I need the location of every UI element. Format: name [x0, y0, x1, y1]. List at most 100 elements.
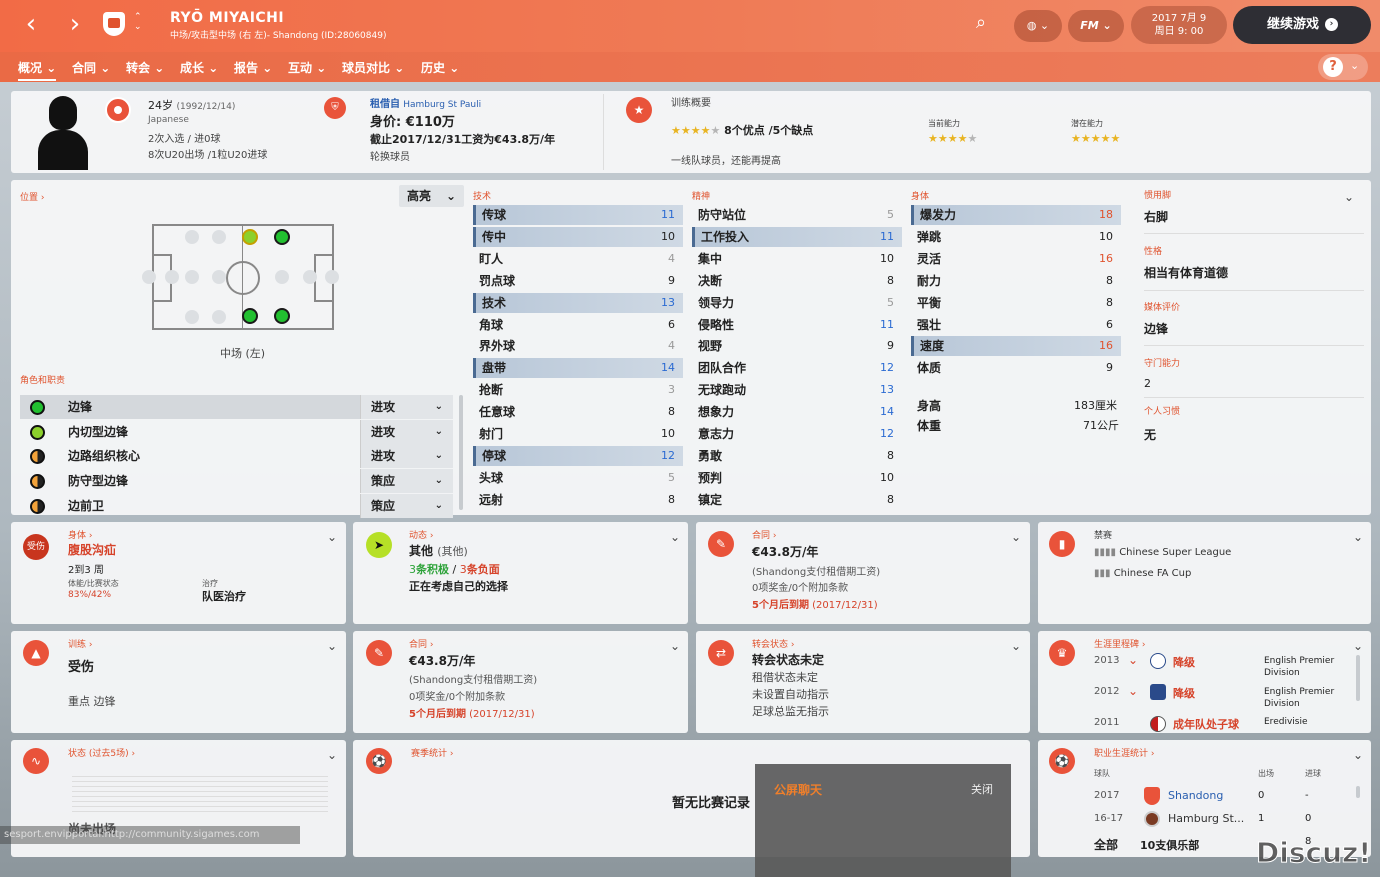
player-nationality: Japanese [148, 115, 189, 125]
attribute-row[interactable]: 远射 8 [473, 490, 683, 510]
chevron-down-icon[interactable]: ⌄ [1011, 530, 1021, 544]
search-icon[interactable]: ⌕ [976, 12, 986, 33]
role-row[interactable]: 边路组织核心 进攻 ⌄ [20, 444, 453, 468]
attribute-row[interactable]: 角球 6 [473, 315, 683, 335]
attribute-row[interactable]: 集中 10 [692, 249, 902, 269]
attribute-row[interactable]: 领导力 5 [692, 293, 902, 313]
tab-compare[interactable]: 球员对比 ⌄ [342, 59, 404, 76]
attribute-row[interactable]: 体质 9 [911, 358, 1121, 378]
help-button[interactable]: ? ⌄ [1318, 54, 1368, 80]
role-suitability-icon [30, 474, 45, 489]
chevron-down-icon[interactable]: ⌄ [1344, 190, 1354, 204]
attribute-row[interactable]: 盯人 4 [473, 249, 683, 269]
chevron-down-icon[interactable]: ⌄ [670, 639, 680, 653]
role-row[interactable]: 防守型边锋 策应 ⌄ [20, 469, 453, 493]
attribute-row[interactable]: 弹跳 10 [911, 227, 1121, 247]
chevron-down-icon[interactable]: ⌄ [327, 748, 337, 762]
tab-interaction[interactable]: 互动 ⌄ [288, 59, 326, 76]
card-header[interactable]: 状态 (过去5场) › [68, 746, 135, 759]
loan-from-club[interactable]: Hamburg St Pauli [403, 100, 481, 110]
tab-development[interactable]: 成长 ⌄ [180, 59, 218, 76]
career-scrollbar[interactable] [1356, 786, 1360, 798]
tab-reports[interactable]: 报告 ⌄ [234, 59, 272, 76]
attribute-row[interactable]: 界外球 4 [473, 336, 683, 356]
club-crest-icon [1150, 653, 1166, 669]
card-header[interactable]: 动态 › [409, 528, 433, 541]
attribute-row[interactable]: 强壮 6 [911, 315, 1121, 335]
duty-dropdown[interactable]: 策应 ⌄ [360, 469, 453, 493]
attribute-row[interactable]: 停球 12 [473, 445, 683, 466]
card-header[interactable]: 身体 › [68, 528, 92, 541]
attribute-row[interactable]: 技术 13 [473, 292, 683, 313]
card-header[interactable]: 生涯里程碑 › [1094, 637, 1145, 650]
attribute-row[interactable]: 镇定 8 [692, 490, 902, 510]
attribute-row[interactable]: 速度 16 [911, 336, 1121, 357]
attribute-row[interactable]: 抢断 3 [473, 380, 683, 400]
duty-dropdown[interactable]: 进攻 ⌄ [360, 395, 453, 419]
career-club[interactable]: Shandong [1168, 789, 1223, 802]
attribute-row[interactable]: 盘带 14 [473, 358, 683, 379]
card-header[interactable]: 训练 › [68, 637, 92, 650]
attribute-row[interactable]: 传中 10 [473, 226, 683, 247]
attribute-row[interactable]: 决断 8 [692, 271, 902, 291]
tab-contract[interactable]: 合同 ⌄ [72, 59, 110, 76]
continue-button[interactable]: 继续游戏 › [1233, 6, 1371, 44]
card-header[interactable]: 合同 › [409, 637, 433, 650]
chevron-down-icon[interactable]: ⌄ [670, 530, 680, 544]
attribute-row[interactable]: 侵略性 11 [692, 315, 902, 335]
roles-scrollbar[interactable] [459, 395, 463, 510]
milestone-event: 降级 [1173, 687, 1195, 700]
football-icon: ⚽ [1049, 748, 1075, 774]
attribute-row[interactable]: 预判 10 [692, 468, 902, 488]
attribute-row[interactable]: 罚点球 9 [473, 271, 683, 291]
chevron-down-icon[interactable]: ⌄ [1011, 639, 1021, 653]
attribute-row[interactable]: 无球跑动 13 [692, 380, 902, 400]
back-icon[interactable]: ‹ [16, 10, 46, 40]
duty-dropdown[interactable]: 进攻 ⌄ [360, 444, 453, 468]
attribute-row[interactable]: 灵活 16 [911, 249, 1121, 269]
attribute-row[interactable]: 防守站位 5 [692, 205, 902, 225]
chevron-down-icon[interactable]: ⌄ [1353, 748, 1363, 762]
world-menu-button[interactable]: ◍ ⌄ [1014, 10, 1062, 42]
attribute-row[interactable]: 工作投入 11 [692, 226, 902, 247]
u20-caps: 8次U20出场 /1粒U20进球 [148, 150, 268, 161]
forward-icon[interactable]: › [60, 10, 90, 40]
duty-dropdown[interactable]: 进攻 ⌄ [360, 420, 453, 444]
game-date[interactable]: 2017 7月 9 周日 9: 00 [1131, 6, 1227, 44]
chevron-down-icon[interactable]: ⌄ [327, 530, 337, 544]
attribute-row[interactable]: 团队合作 12 [692, 358, 902, 378]
card-header[interactable]: 转会状态 › [752, 637, 794, 650]
attribute-row[interactable]: 视野 9 [692, 336, 902, 356]
role-row[interactable]: 边锋 进攻 ⌄ [20, 395, 453, 419]
card-header[interactable]: 职业生涯统计 › [1094, 746, 1154, 759]
tab-history[interactable]: 历史 ⌄ [421, 59, 459, 76]
attribute-row[interactable]: 射门 10 [473, 424, 683, 444]
chevron-down-icon[interactable]: ⌄ [1353, 530, 1363, 544]
milestones-scrollbar[interactable] [1356, 655, 1360, 701]
attribute-row[interactable]: 传球 11 [473, 205, 683, 225]
card-header[interactable]: 赛季统计 › [411, 746, 453, 759]
card-header[interactable]: 合同 › [752, 528, 776, 541]
tab-transfer[interactable]: 转会 ⌄ [126, 59, 164, 76]
highlight-dropdown[interactable]: 高亮 ⌄ [399, 185, 464, 207]
role-row[interactable]: 内切型边锋 进攻 ⌄ [20, 420, 453, 444]
player-switcher-icon[interactable]: ⌃ ⌄ [134, 12, 142, 32]
attribute-row[interactable]: 勇敢 8 [692, 446, 902, 466]
role-row[interactable]: 边前卫 策应 ⌄ [20, 494, 453, 518]
tab-overview[interactable]: 概况 ⌄ [18, 59, 57, 81]
chat-close-button[interactable]: 关闭 [971, 781, 993, 797]
attribute-row[interactable]: 平衡 8 [911, 293, 1121, 313]
chevron-down-icon: ⌄ [434, 426, 443, 437]
attribute-row[interactable]: 任意球 8 [473, 402, 683, 422]
attribute-row[interactable]: 意志力 12 [692, 424, 902, 444]
career-club[interactable]: Hamburg St... [1168, 812, 1244, 825]
fm-menu-button[interactable]: FM ⌄ [1068, 10, 1124, 42]
attribute-row[interactable]: 想象力 14 [692, 402, 902, 422]
attribute-row[interactable]: 头球 5 [473, 468, 683, 488]
chevron-down-icon[interactable]: ⌄ [327, 639, 337, 653]
position-header[interactable]: 位置 › [20, 190, 44, 203]
duty-dropdown[interactable]: 策应 ⌄ [360, 494, 453, 518]
chevron-down-icon[interactable]: ⌄ [1353, 639, 1363, 653]
attribute-row[interactable]: 耐力 8 [911, 271, 1121, 291]
attribute-row[interactable]: 爆发力 18 [911, 205, 1121, 225]
